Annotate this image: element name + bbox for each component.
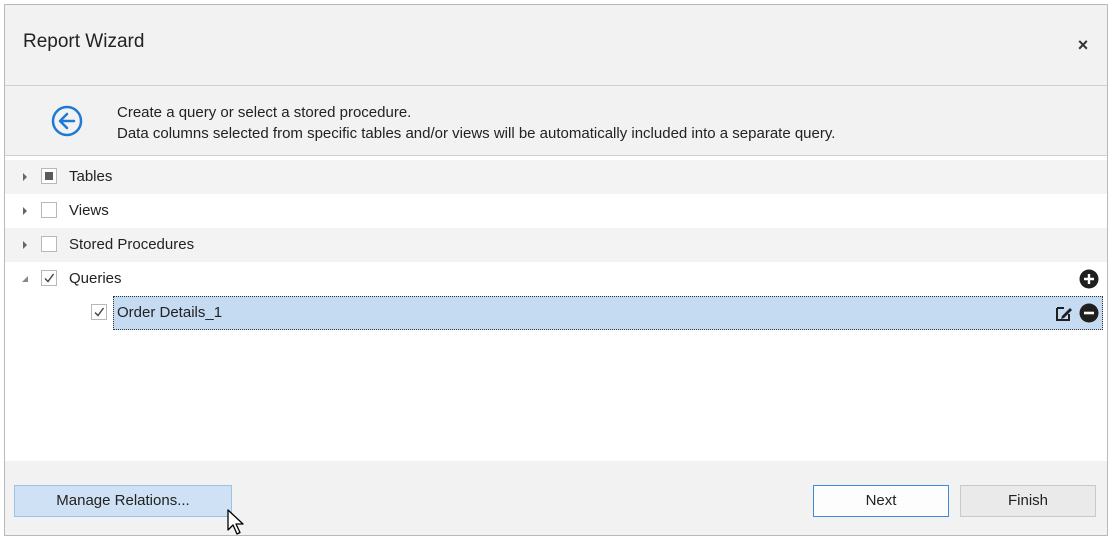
expand-arrow-icon[interactable] bbox=[19, 205, 31, 217]
finish-button[interactable]: Finish bbox=[960, 485, 1096, 517]
tree-row-query-item[interactable]: Order Details_1 bbox=[5, 296, 1107, 330]
remove-circle-icon[interactable] bbox=[1079, 303, 1099, 323]
tree-label-queries: Queries bbox=[69, 270, 122, 287]
tree-row-tables[interactable]: Tables bbox=[5, 160, 1107, 194]
stored-procedures-checkbox[interactable] bbox=[41, 236, 57, 252]
tree-row-views[interactable]: Views bbox=[5, 194, 1107, 228]
header-line-1: Create a query or select a stored proced… bbox=[117, 104, 412, 121]
report-wizard-dialog: Report Wizard × Create a query or select… bbox=[4, 4, 1108, 536]
back-button[interactable] bbox=[50, 104, 84, 138]
dialog-title: Report Wizard bbox=[23, 31, 145, 52]
queries-checkbox[interactable] bbox=[41, 270, 57, 286]
back-arrow-icon bbox=[51, 105, 83, 137]
add-circle-icon[interactable] bbox=[1079, 269, 1099, 289]
tree-label-stored-procedures: Stored Procedures bbox=[69, 236, 195, 253]
edit-query-icon[interactable] bbox=[1055, 304, 1073, 322]
expand-arrow-icon[interactable] bbox=[19, 239, 31, 251]
header-description: Create a query or select a stored proced… bbox=[117, 102, 835, 144]
header-line-2: Data columns selected from specific tabl… bbox=[117, 125, 836, 142]
next-button[interactable]: Next bbox=[813, 485, 949, 517]
tree-row-queries[interactable]: Queries bbox=[5, 262, 1107, 296]
manage-relations-button[interactable]: Manage Relations... bbox=[14, 485, 232, 517]
mouse-cursor-icon bbox=[227, 509, 244, 535]
wizard-header: Create a query or select a stored proced… bbox=[5, 85, 1107, 156]
expand-arrow-icon[interactable] bbox=[19, 171, 31, 183]
data-source-tree: Tables Views Stored Procedures Queries O… bbox=[5, 155, 1107, 463]
tree-label-query-item: Order Details_1 bbox=[117, 304, 223, 321]
views-checkbox[interactable] bbox=[41, 202, 57, 218]
dialog-footer: Manage Relations... Next Finish bbox=[5, 461, 1107, 535]
query-item-checkbox[interactable] bbox=[91, 304, 107, 320]
tree-label-tables: Tables bbox=[69, 168, 113, 185]
collapse-arrow-icon[interactable] bbox=[19, 273, 31, 285]
title-bar: Report Wizard × bbox=[5, 5, 1107, 85]
tree-label-views: Views bbox=[69, 202, 109, 219]
tree-row-stored-procedures[interactable]: Stored Procedures bbox=[5, 228, 1107, 262]
close-button[interactable]: × bbox=[1069, 31, 1097, 59]
tables-checkbox[interactable] bbox=[41, 168, 57, 184]
selected-row-highlight bbox=[113, 296, 1103, 330]
